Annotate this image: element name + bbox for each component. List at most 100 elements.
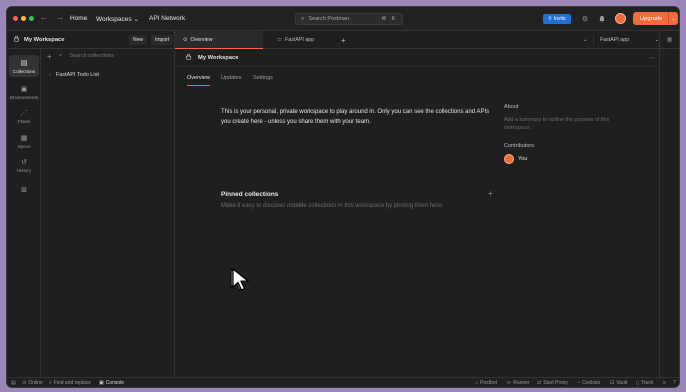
workspace-name: My Workspace — [24, 36, 65, 43]
console-button[interactable]: ▣ Console — [99, 380, 124, 386]
configure-sidebar-icon: ⊞ — [21, 187, 27, 194]
vault-icon: ⊡ — [610, 380, 615, 386]
about-heading: About — [504, 104, 519, 110]
more-options-icon[interactable]: ⋯ — [649, 54, 656, 62]
postbot-icon: ⌂ — [475, 380, 479, 386]
cookies-label: Cookies — [582, 380, 601, 386]
title-bar: ← → Home Workspaces ⌄ API Network ⌕ Sear… — [7, 7, 679, 31]
pinned-collections-heading: Pinned collections — [221, 191, 279, 198]
contributor-item: You — [504, 154, 527, 164]
api-network-link[interactable]: API Network — [149, 15, 185, 22]
cookie-icon: ◔ — [577, 380, 581, 386]
toggle-sidebar-icon[interactable]: ▤ — [11, 380, 16, 386]
sidebar-item-flows[interactable]: ⋰ Flows — [9, 105, 39, 127]
flows-icon: ⋰ — [20, 109, 28, 117]
help-icon[interactable]: ? — [673, 380, 676, 386]
trash-label: Trash — [640, 380, 654, 386]
invite-button[interactable]: ⚲ Invite — [543, 14, 571, 24]
runner-button[interactable]: ⊳ Runner — [507, 380, 530, 386]
subtab-overview[interactable]: Overview — [187, 75, 210, 86]
collections-search-input[interactable]: Search collections — [69, 53, 114, 59]
cookies-button[interactable]: ◔ Cookies — [577, 380, 600, 386]
forward-arrow-icon[interactable]: → — [56, 13, 64, 22]
tab-bar: ⊙ Overview ▭ FastAPI app + ⌄ FastAPI app… — [175, 31, 679, 49]
sidebar-item-environments[interactable]: ▣ Environments — [9, 81, 39, 103]
import-button[interactable]: Import — [151, 35, 174, 45]
sidebar-item-label: Environments — [9, 94, 39, 100]
app-window: ← → Home Workspaces ⌄ API Network ⌕ Sear… — [6, 6, 680, 388]
settings-gear-icon[interactable]: ⚙ — [580, 14, 590, 24]
plus-icon: + — [341, 35, 346, 45]
vault-button[interactable]: ⊡ Vault — [610, 380, 627, 386]
environments-icon: ▣ — [20, 85, 28, 93]
minimize-window-button[interactable] — [21, 16, 26, 21]
upgrade-dropdown-chevron-icon[interactable]: ⌄ — [668, 12, 678, 25]
runner-icon: ⊳ — [507, 380, 512, 386]
postbot-label: Postbot — [480, 380, 497, 386]
contributor-avatar — [504, 154, 514, 164]
vault-label: Vault — [616, 380, 628, 386]
online-status[interactable]: ⊙ Online — [22, 380, 43, 386]
sidebar-item-label: Flows — [18, 118, 30, 124]
search-input[interactable]: ⌕ Search Postman ⌘ K — [295, 13, 403, 25]
chevron-right-icon[interactable]: › — [49, 72, 51, 78]
lock-icon — [185, 53, 192, 62]
start-proxy-label: Start Proxy — [543, 380, 568, 386]
collection-item[interactable]: › FastAPI Todo List — [49, 72, 99, 78]
workspace-overview-header: My Workspace ⋯ — [175, 49, 659, 67]
subtab-updates[interactable]: Updates — [221, 75, 242, 85]
sidebar-item-specs[interactable]: ▦ Specs — [9, 130, 39, 152]
history-icon: ↺ — [21, 158, 27, 166]
tab-fastapi-app[interactable]: ▭ FastAPI app — [269, 31, 331, 49]
new-tab-button[interactable]: + — [333, 31, 354, 49]
sidebar-item-history[interactable]: ↺ History — [9, 154, 39, 176]
sidebar-item-label: Specs — [17, 143, 31, 149]
subtab-settings[interactable]: Settings — [253, 75, 273, 85]
new-button[interactable]: New — [129, 35, 148, 45]
tab-label: FastAPI app — [285, 37, 315, 43]
user-avatar[interactable] — [615, 13, 626, 24]
console-icon: ▣ — [99, 380, 104, 386]
home-link[interactable]: Home — [70, 15, 87, 22]
workspaces-menu[interactable]: Workspaces ⌄ — [96, 15, 139, 23]
online-label: Online — [28, 380, 43, 386]
about-summary-field[interactable]: Add a summary to outline the purpose of … — [504, 116, 614, 132]
back-arrow-icon[interactable]: ← — [40, 13, 48, 22]
workspace-tab-icon: ⊙ — [183, 36, 188, 43]
lock-icon — [13, 35, 20, 44]
postbot-button[interactable]: ⌂ Postbot — [475, 380, 497, 386]
window-controls — [13, 16, 34, 21]
invite-label: Invite — [553, 16, 566, 22]
trash-icon: ▯ — [636, 380, 639, 386]
find-replace-button[interactable]: ⌕ Find and replace — [49, 380, 91, 386]
api-tab-icon: ▭ — [277, 37, 283, 43]
tab-label: Overview — [190, 36, 213, 43]
pin-collection-plus-icon[interactable]: + — [488, 189, 493, 198]
workspaces-label: Workspaces — [96, 16, 132, 23]
maximize-window-button[interactable] — [29, 16, 34, 21]
layout-toggle-icon[interactable]: ≡ — [663, 380, 666, 386]
specs-icon: ▦ — [20, 134, 28, 142]
environment-selector[interactable]: FastAPI app ⌄ — [593, 34, 663, 46]
environment-label: FastAPI app — [600, 37, 630, 43]
proxy-icon: ⇄ — [537, 380, 542, 386]
page-title: My Workspace — [198, 54, 239, 61]
tab-overview[interactable]: ⊙ Overview — [175, 31, 263, 49]
start-proxy-button[interactable]: ⇄ Start Proxy — [537, 380, 568, 386]
add-collection-icon[interactable]: + — [47, 52, 52, 61]
find-replace-label: Find and replace — [53, 380, 92, 386]
search-icon: ⌕ — [49, 380, 52, 386]
collections-panel: + ⌕ Search collections › FastAPI Todo Li… — [41, 49, 175, 377]
contributor-name: You — [518, 156, 528, 162]
sidebar-item-label: History — [16, 167, 32, 173]
pinned-collections-description: Make it easy to discover notable collect… — [221, 203, 444, 209]
search-icon: ⌕ — [301, 15, 305, 22]
trash-button[interactable]: ▯ Trash — [636, 380, 653, 386]
mouse-pointer-icon — [230, 267, 250, 291]
close-window-button[interactable] — [13, 16, 18, 21]
sidebar-item-configure[interactable]: ⊞ — [9, 180, 39, 202]
upgrade-button[interactable]: Upgrade ⌄ — [633, 12, 678, 25]
notifications-bell-icon[interactable] — [597, 14, 607, 24]
contributors-heading: Contributors — [504, 143, 534, 149]
sidebar-item-collections[interactable]: ▤ Collections — [9, 55, 39, 77]
